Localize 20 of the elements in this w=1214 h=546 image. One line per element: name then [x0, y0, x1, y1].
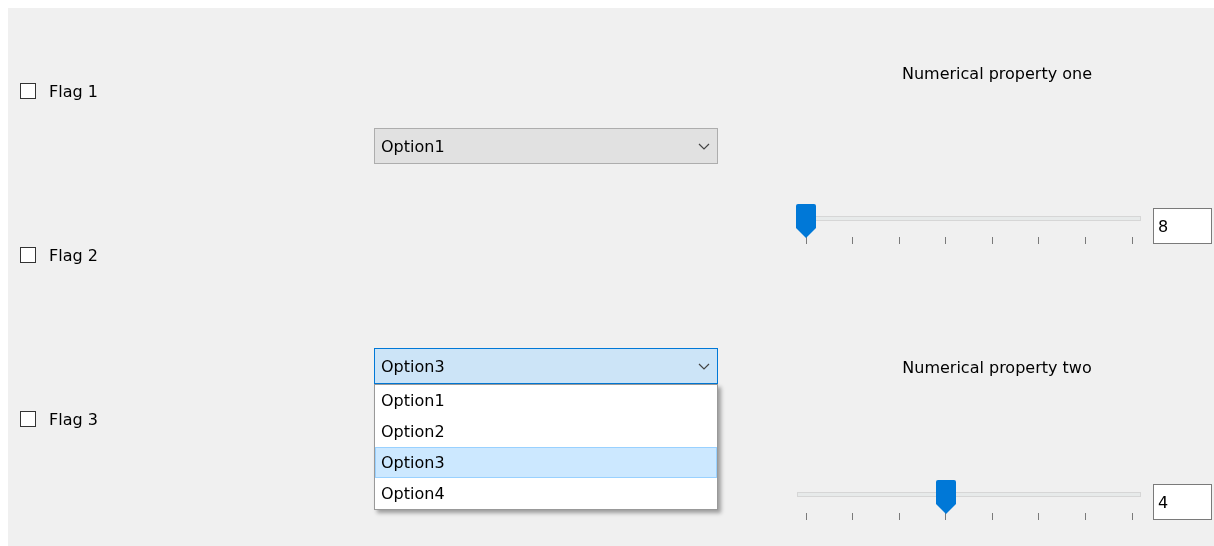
dropdown[interactable]: Option3 [374, 348, 718, 384]
checkbox-label[interactable]: Flag 1 [49, 81, 98, 101]
slider-thumb[interactable] [936, 480, 957, 514]
property-label: Numerical property two [901, 358, 1093, 378]
dropdown-option[interactable]: Option1 [375, 385, 717, 416]
checkbox-label[interactable]: Flag 3 [49, 409, 98, 429]
value-field[interactable]: 4 [1153, 484, 1212, 520]
checkbox-label[interactable]: Flag 2 [49, 245, 98, 265]
dropdown-option[interactable]: Option2 [375, 416, 717, 447]
slider-thumb[interactable] [796, 204, 816, 238]
dropdown[interactable]: Option1 [374, 128, 718, 164]
checkbox[interactable] [20, 411, 36, 427]
dropdown-option[interactable]: Option4 [375, 478, 717, 509]
property-label: Numerical property one [900, 64, 1093, 84]
chevron-icon [698, 362, 710, 370]
checkbox[interactable] [20, 83, 36, 99]
checkbox[interactable] [20, 247, 36, 263]
chevron-icon [698, 142, 710, 150]
dropdown-option[interactable]: Option3 [375, 447, 717, 478]
value-field[interactable]: 8 [1153, 208, 1212, 244]
